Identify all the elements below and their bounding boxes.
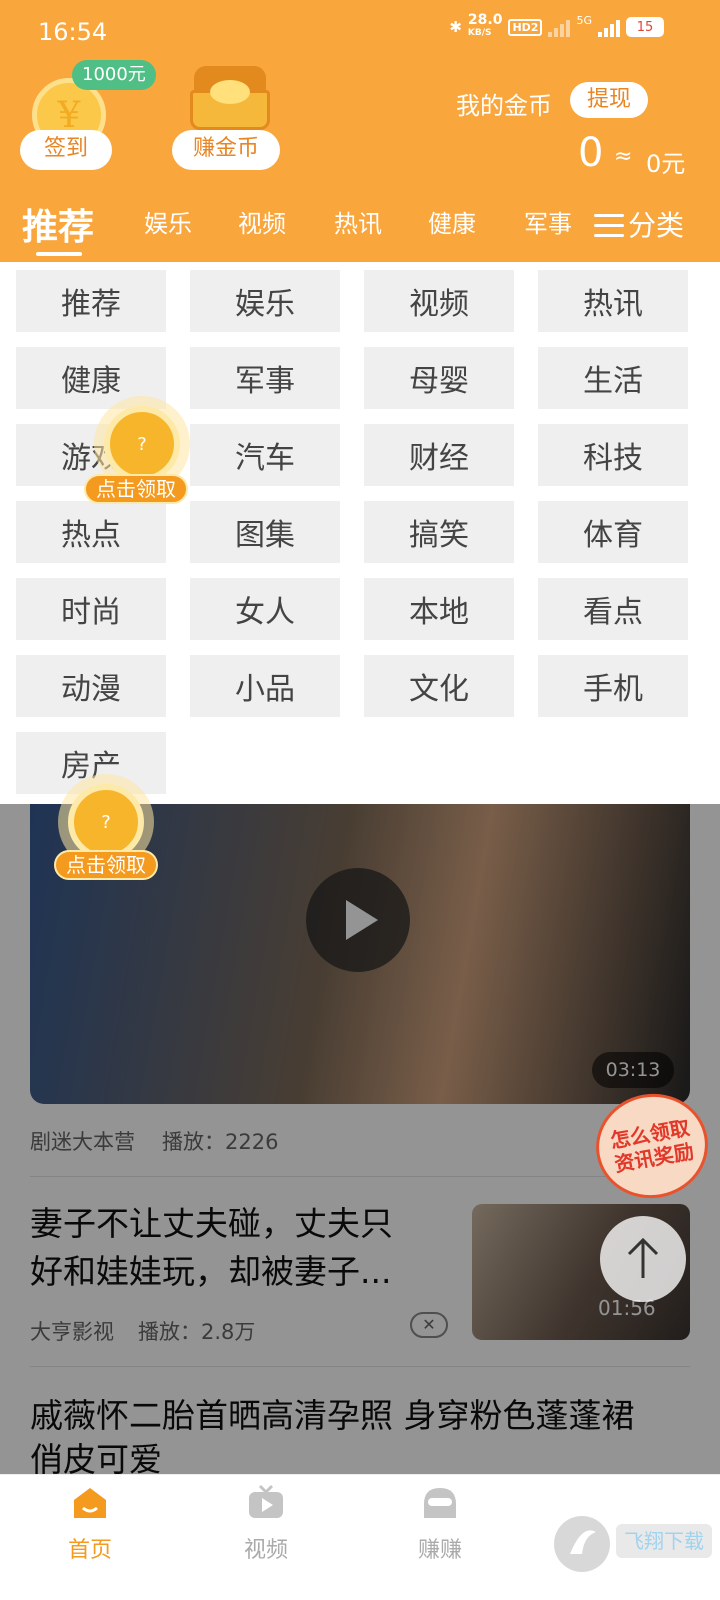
status-time: 16:54 (38, 18, 108, 46)
nav-video[interactable]: 视频 (216, 1484, 316, 1564)
tab-hot-news[interactable]: 热讯 (334, 204, 382, 239)
category-item[interactable]: 娱乐 (190, 270, 340, 332)
signal-icon (548, 17, 571, 37)
category-item[interactable]: 母婴 (364, 347, 514, 409)
category-item[interactable]: 女人 (190, 578, 340, 640)
signal-label: 5G (576, 14, 592, 27)
approx-sign: ≈ (614, 144, 633, 169)
floating-coin-icon[interactable]: ? (104, 406, 180, 482)
tab-health[interactable]: 健康 (428, 204, 476, 239)
nav-home[interactable]: 首页 (40, 1484, 140, 1564)
checkin-button[interactable]: 签到 (20, 130, 112, 170)
nav-label: 首页 (67, 1538, 112, 1563)
category-item[interactable]: 生活 (538, 347, 688, 409)
category-item[interactable]: 图集 (190, 501, 340, 563)
hd-badge: HD2 (508, 18, 543, 36)
battery-icon: 15 (626, 17, 664, 37)
category-item[interactable]: 时尚 (16, 578, 166, 640)
category-item[interactable]: 本地 (364, 578, 514, 640)
tv-icon (249, 1484, 283, 1518)
claim-button[interactable]: 点击领取 (54, 850, 158, 880)
coin-value: 0元 (646, 150, 686, 178)
category-item[interactable]: 汽车 (190, 424, 340, 486)
category-item[interactable]: 财经 (364, 424, 514, 486)
category-item[interactable]: 动漫 (16, 655, 166, 717)
nav-earn[interactable]: 赚赚 (390, 1484, 490, 1564)
category-item[interactable]: 体育 (538, 501, 688, 563)
category-item[interactable]: 科技 (538, 424, 688, 486)
category-item[interactable]: 房产 (16, 732, 166, 794)
signal-icon-5g (598, 17, 620, 37)
coin-symbol: ? (101, 811, 111, 833)
category-item[interactable]: 推荐 (16, 270, 166, 332)
coin-count: 0 (578, 130, 604, 176)
claim-button[interactable]: 点击领取 (84, 474, 188, 504)
floating-coin-icon[interactable]: ? (68, 784, 144, 860)
svg-text:飞翔下载: 飞翔下载 (624, 1529, 704, 1553)
category-item[interactable]: 视频 (364, 270, 514, 332)
treasure-chest-icon[interactable] (186, 66, 274, 132)
category-item[interactable]: 看点 (538, 578, 688, 640)
watermark-logo: 飞翔下载 (554, 1516, 712, 1572)
earn-icon (424, 1488, 456, 1518)
category-item[interactable]: 军事 (190, 347, 340, 409)
nav-label: 视频 (243, 1538, 288, 1563)
battery-level: 15 (636, 19, 654, 35)
bluetooth-icon: ✱ (449, 18, 462, 36)
nav-label: 赚赚 (417, 1538, 462, 1563)
network-unit: KB/S (467, 28, 492, 38)
tab-entertainment[interactable]: 娱乐 (144, 204, 192, 239)
arrow-up-icon (627, 1237, 659, 1278)
category-item[interactable]: 手机 (538, 655, 688, 717)
network-speed: 28.0 (467, 12, 503, 28)
category-item[interactable]: 健康 (16, 347, 166, 409)
category-item[interactable]: 搞笑 (364, 501, 514, 563)
category-item[interactable]: 文化 (364, 655, 514, 717)
category-item[interactable]: 热讯 (538, 270, 688, 332)
tab-active-indicator (36, 252, 82, 256)
tab-video[interactable]: 视频 (238, 204, 286, 239)
withdraw-button[interactable]: 提现 (570, 82, 648, 118)
my-coins-label: 我的金币 (456, 92, 552, 120)
status-icons: ✱ 28.0 KB/S HD2 5G 15 (449, 12, 664, 40)
category-item[interactable]: 小品 (190, 655, 340, 717)
tab-military[interactable]: 军事 (524, 204, 572, 239)
checkin-reward-badge: 1000元 (72, 60, 156, 90)
menu-icon[interactable] (594, 214, 624, 238)
coin-symbol: ? (137, 433, 147, 455)
category-item[interactable]: 热点 (16, 501, 166, 563)
tab-recommend[interactable]: 推荐 (22, 198, 94, 250)
category-toggle[interactable]: 分类 (628, 204, 684, 244)
home-icon (74, 1488, 106, 1518)
scroll-to-top-button[interactable] (600, 1216, 686, 1302)
earn-coins-button[interactable]: 赚金币 (172, 130, 280, 170)
